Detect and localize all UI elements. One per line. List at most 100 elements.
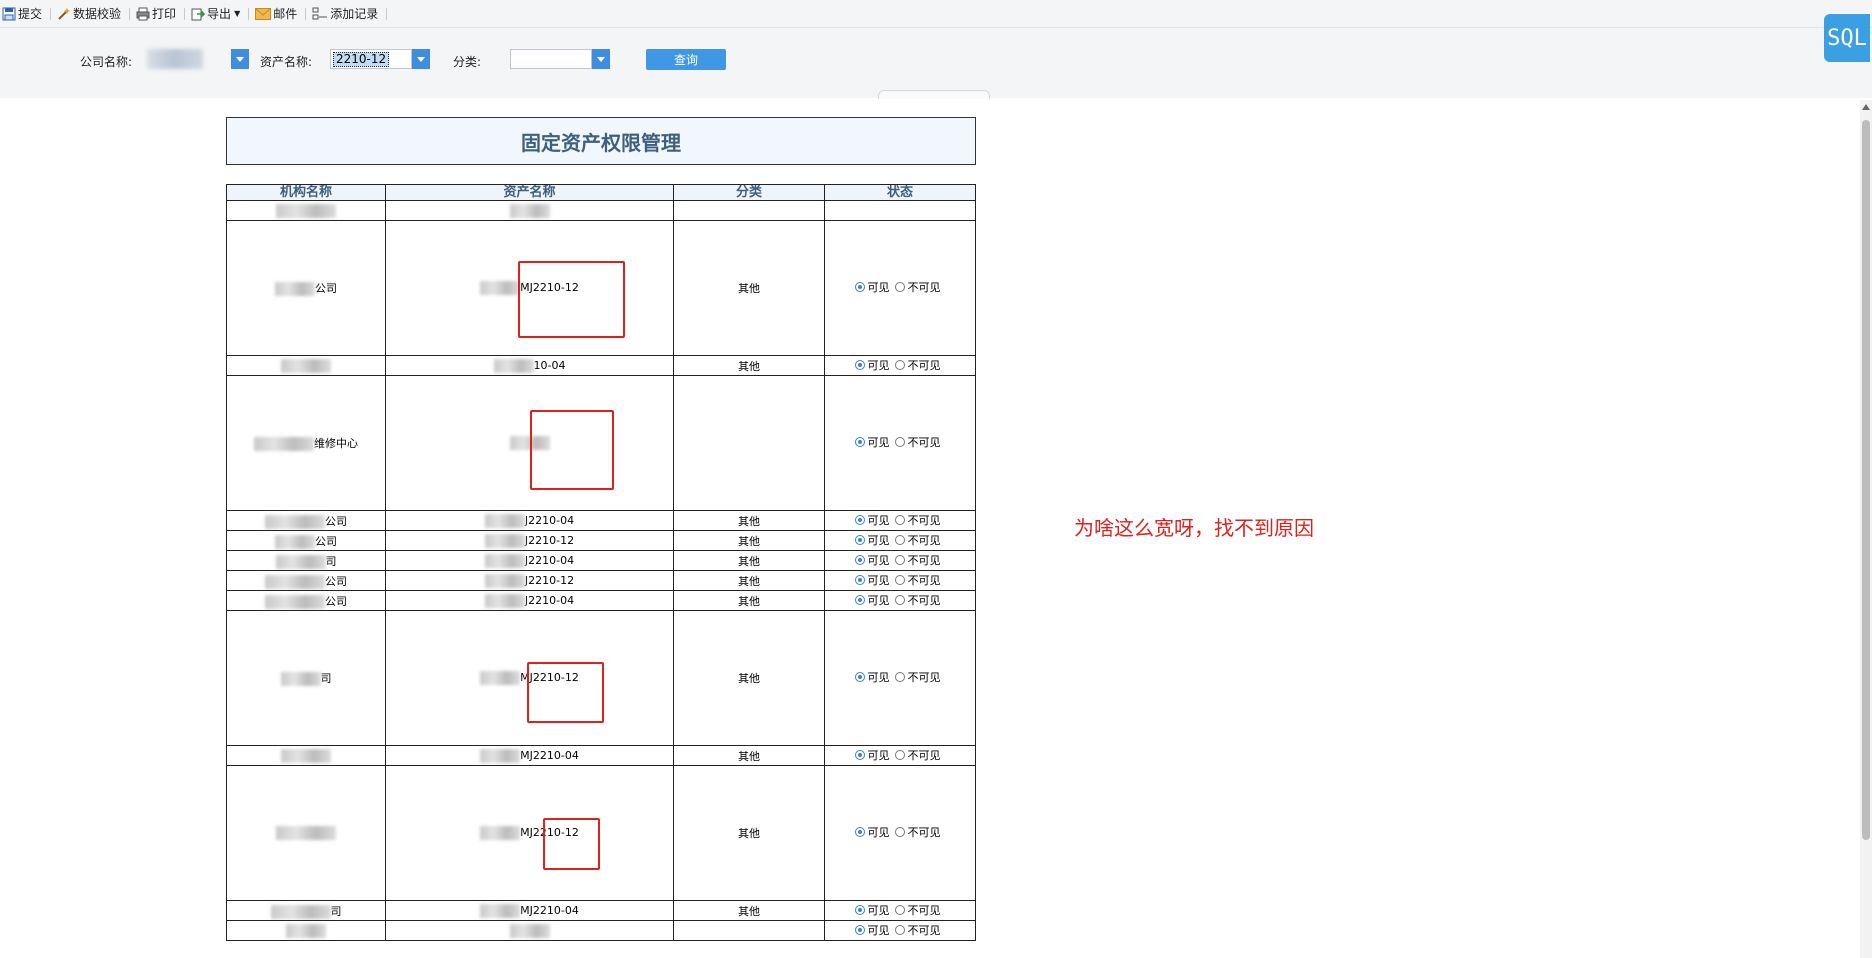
radio-unchecked-icon[interactable] [894, 534, 905, 545]
redacted-mosaic [276, 826, 336, 840]
vertical-scrollbar[interactable] [1860, 100, 1872, 958]
invisible-option[interactable]: 不可见 [894, 593, 941, 609]
print-button[interactable]: 打印 [134, 3, 178, 25]
visible-option[interactable]: 可见 [854, 923, 890, 939]
company-label: 公司名称: [80, 55, 133, 69]
scroll-thumb[interactable] [1862, 120, 1870, 840]
radio-checked-icon[interactable] [854, 672, 865, 682]
org-cell: 维修中心 [226, 375, 386, 511]
invisible-option[interactable]: 不可见 [894, 825, 941, 841]
invisible-option[interactable]: 不可见 [894, 358, 941, 374]
visible-option[interactable]: 可见 [854, 670, 890, 686]
asset-select[interactable]: 2210-12 [330, 49, 412, 69]
visible-option[interactable]: 可见 [854, 435, 890, 451]
invisible-option[interactable]: 不可见 [894, 533, 941, 549]
asset-dropdown-arrow[interactable] [412, 49, 430, 69]
collapse-handle[interactable] [878, 90, 990, 99]
status-cell: 可见 不可见 [824, 900, 976, 921]
company-dropdown-arrow[interactable] [231, 49, 249, 69]
radio-unchecked-icon[interactable] [894, 359, 905, 370]
visible-option[interactable]: 可见 [854, 573, 890, 589]
invisible-option[interactable]: 不可见 [894, 435, 941, 451]
radio-unchecked-icon[interactable] [894, 749, 905, 760]
visible-option-label: 可见 [867, 358, 890, 372]
visible-option[interactable]: 可见 [854, 533, 890, 549]
category-name: 其他 [738, 574, 760, 588]
visible-option-label: 可见 [867, 826, 890, 839]
visible-option[interactable]: 可见 [854, 825, 890, 841]
radio-checked-icon[interactable] [854, 749, 865, 760]
mail-button[interactable]: 邮件 [253, 3, 299, 25]
invisible-option[interactable]: 不可见 [894, 553, 941, 569]
invisible-option[interactable]: 不可见 [894, 903, 941, 919]
asset-cell: 10-04 [385, 355, 674, 376]
radio-unchecked-icon[interactable] [894, 554, 905, 565]
redacted-mosaic [493, 358, 534, 373]
radio-checked-icon[interactable] [854, 437, 865, 447]
asset-cell: J2210-04 [385, 590, 674, 611]
search-button[interactable]: 查询 [646, 49, 726, 70]
visible-option[interactable]: 可见 [854, 748, 890, 764]
visible-option[interactable]: 可见 [854, 593, 890, 609]
redacted-mosaic [270, 904, 331, 919]
radio-checked-icon[interactable] [854, 827, 865, 837]
validate-button[interactable]: 数据校验 [55, 3, 123, 25]
asset-select-value: 2210-12 [333, 52, 390, 67]
radio-unchecked-icon[interactable] [894, 282, 905, 292]
visible-option[interactable]: 可见 [854, 553, 890, 569]
add-record-button[interactable]: 添加记录 [310, 3, 380, 25]
redacted-mosaic [480, 748, 521, 763]
radio-unchecked-icon[interactable] [894, 672, 905, 682]
redacted-mosaic [276, 203, 336, 218]
category-select[interactable] [510, 49, 592, 69]
visible-option[interactable]: 可见 [854, 903, 890, 919]
invisible-option[interactable]: 不可见 [894, 748, 941, 764]
redacted-mosaic [275, 554, 326, 569]
category-name: 其他 [738, 514, 760, 528]
scroll-up-arrow-icon[interactable] [1862, 104, 1870, 110]
radio-checked-icon[interactable] [854, 514, 865, 525]
radio-checked-icon[interactable] [854, 282, 865, 292]
radio-checked-icon[interactable] [854, 574, 865, 585]
radio-unchecked-icon[interactable] [894, 827, 905, 837]
radio-checked-icon[interactable] [854, 904, 865, 915]
org-name: 公司 [325, 574, 347, 588]
invisible-option[interactable]: 不可见 [894, 923, 941, 939]
radio-unchecked-icon[interactable] [894, 924, 905, 935]
radio-checked-icon[interactable] [854, 554, 865, 565]
category-dropdown-arrow[interactable] [592, 49, 610, 69]
invisible-option[interactable]: 不可见 [894, 670, 941, 686]
export-button[interactable]: 导出 ▼ [189, 3, 242, 25]
category-name: 其他 [738, 672, 760, 685]
company-select[interactable] [147, 49, 203, 69]
radio-checked-icon[interactable] [854, 594, 865, 605]
asset-name: 10-04 [533, 358, 566, 372]
status-cell: 可见 不可见 [824, 590, 976, 611]
asset-name: J2210-04 [524, 593, 575, 607]
redacted-mosaic [484, 593, 525, 608]
org-cell: 公司 [226, 530, 386, 551]
invisible-option[interactable]: 不可见 [894, 513, 941, 529]
radio-unchecked-icon[interactable] [894, 594, 905, 605]
visible-option[interactable]: 可见 [854, 513, 890, 529]
radio-checked-icon[interactable] [854, 924, 865, 935]
submit-button[interactable]: 提交 [0, 3, 44, 25]
category-name: 其他 [738, 904, 760, 918]
table-row: 公司 J2210-04 其他 可见 不可见 [226, 590, 976, 611]
invisible-option[interactable]: 不可见 [894, 280, 941, 296]
visible-option[interactable]: 可见 [854, 280, 890, 296]
radio-unchecked-icon[interactable] [894, 437, 905, 447]
radio-unchecked-icon[interactable] [894, 574, 905, 585]
radio-unchecked-icon[interactable] [894, 904, 905, 915]
radio-checked-icon[interactable] [854, 359, 865, 370]
category-label: 分类: [453, 55, 482, 69]
category-cell: 其他 [673, 765, 825, 901]
org-cell: 公司 [226, 590, 386, 611]
visible-option[interactable]: 可见 [854, 358, 890, 374]
org-cell [226, 355, 386, 376]
status-cell [824, 200, 976, 221]
sql-badge[interactable]: SQL [1824, 14, 1870, 62]
radio-unchecked-icon[interactable] [894, 514, 905, 525]
radio-checked-icon[interactable] [854, 534, 865, 545]
invisible-option[interactable]: 不可见 [894, 573, 941, 589]
